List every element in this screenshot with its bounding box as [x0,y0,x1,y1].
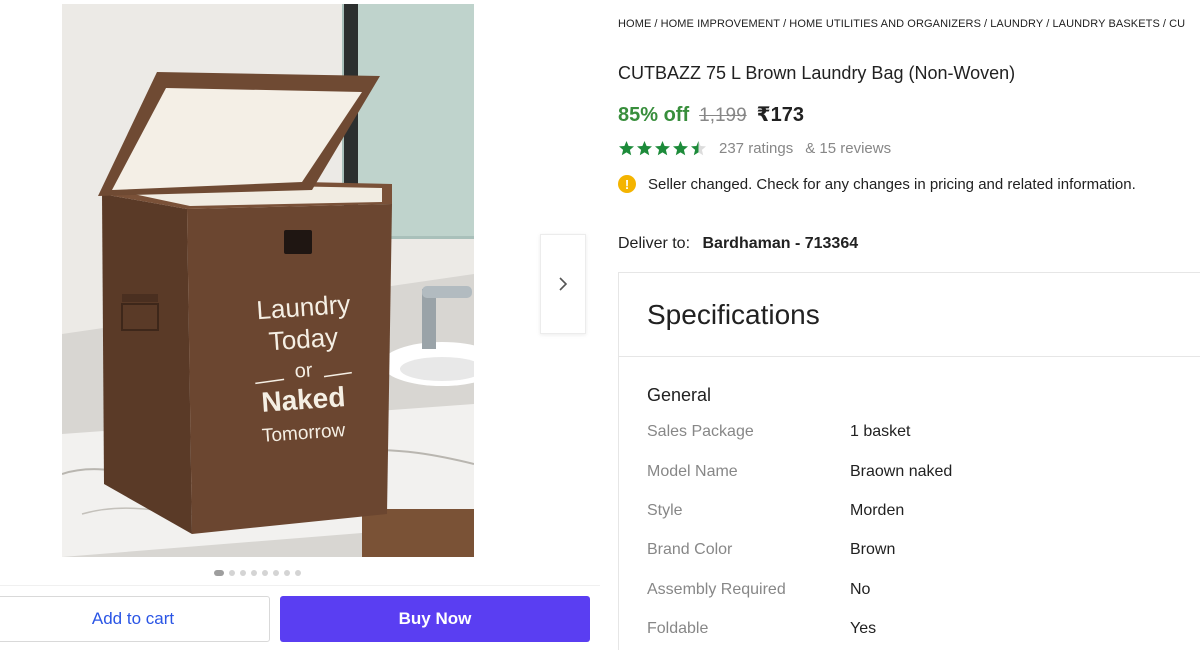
breadcrumb: HOME / HOME IMPROVEMENT / HOME UTILITIES AND… [618,18,1200,30]
spec-key: Style [647,502,683,519]
spec-row: Style Morden [647,502,904,520]
spec-row: Assembly Required No [647,581,870,599]
spec-row: Foldable Yes [647,620,876,638]
breadcrumb-item[interactable]: LAUNDRY BASKETS [1052,18,1159,30]
star-icon [673,141,688,156]
print-line-2: Today [268,322,339,357]
spec-row: Model Name Braown naked [647,463,952,481]
breadcrumb-separator: / [984,18,988,30]
price-row: 85% off 1,199 ₹173 [618,102,804,127]
star-icon [655,141,670,156]
carousel-dot[interactable] [284,570,290,576]
breadcrumb-item[interactable]: LAUNDRY [990,18,1043,30]
product-title: CUTBAZZ 75 L Brown Laundry Bag (Non-Wove… [618,63,1016,83]
specifications-heading: Specifications [619,273,1200,357]
carousel-dot[interactable] [214,570,224,576]
specifications-panel: Specifications General Sales Package 1 ba… [618,272,1200,650]
delivery-info[interactable]: Deliver to: Bardhaman - 713364 [618,235,858,253]
spec-key: Brand Color [647,541,733,558]
carousel-dot[interactable] [262,570,268,576]
print-line-3: or [294,359,314,382]
breadcrumb-item[interactable]: HOME IMPROVEMENT [661,18,781,30]
image-carousel-dots[interactable] [214,570,301,576]
star-rating [618,140,707,157]
breadcrumb-item[interactable]: CU [1169,18,1185,30]
spec-value: Yes [850,620,877,637]
print-line-4: Naked [260,381,346,418]
selling-price: ₹173 [756,104,804,126]
spec-row: Brand Color Brown [647,541,895,559]
rating-row: 237 ratings & 15 reviews [618,140,891,157]
breadcrumb-separator: / [1162,18,1167,30]
spec-row: Sales Package 1 basket [647,423,910,441]
action-bar: Add to cart Buy Now [0,585,600,650]
notice-text: Seller changed. Check for any changes in… [648,175,1136,193]
spec-value: Braown naked [850,463,953,480]
ratings-count[interactable]: 237 ratings [719,140,793,157]
info-icon: ! [618,175,636,193]
star-icon [691,141,706,156]
carousel-dot[interactable] [251,570,257,576]
deliver-label: Deliver to: [618,235,691,252]
product-image[interactable]: Laundry Today or Naked Tomorrow [62,4,474,557]
spec-key: Assembly Required [647,581,786,598]
product-page: Laundry Today or Naked Tomorrow Add to c… [0,0,1200,650]
spec-group-title: General [647,385,712,405]
star-icon [619,141,634,156]
spec-key: Foldable [647,620,709,637]
chevron-right-icon [559,277,568,291]
spec-key: Model Name [647,463,738,480]
breadcrumb-separator: / [1046,18,1050,30]
spec-value: Morden [850,502,905,519]
spec-value: 1 basket [850,423,911,440]
buy-now-button[interactable]: Buy Now [280,596,590,642]
spec-key: Sales Package [647,423,754,440]
carousel-dot[interactable] [295,570,301,576]
discount-percent: 85% off [618,104,690,126]
deliver-location: Bardhaman - 713364 [702,235,859,252]
original-price: 1,199 [699,105,747,126]
breadcrumb-separator: / [783,18,787,30]
breadcrumb-separator: / [654,18,658,30]
carousel-dot[interactable] [229,570,235,576]
breadcrumb-item[interactable]: HOME [618,18,651,30]
spec-value: Brown [850,541,896,558]
seller-notice: ! Seller changed. Check for any changes … [618,175,1136,193]
reviews-count[interactable]: & 15 reviews [805,140,891,157]
breadcrumb-item[interactable]: HOME UTILITIES AND ORGANIZERS [789,18,981,30]
add-to-cart-button[interactable]: Add to cart [0,596,270,642]
carousel-dot[interactable] [240,570,246,576]
star-icon [637,141,652,156]
next-image-button[interactable] [540,234,586,334]
spec-value: No [850,581,871,598]
carousel-dot[interactable] [273,570,279,576]
